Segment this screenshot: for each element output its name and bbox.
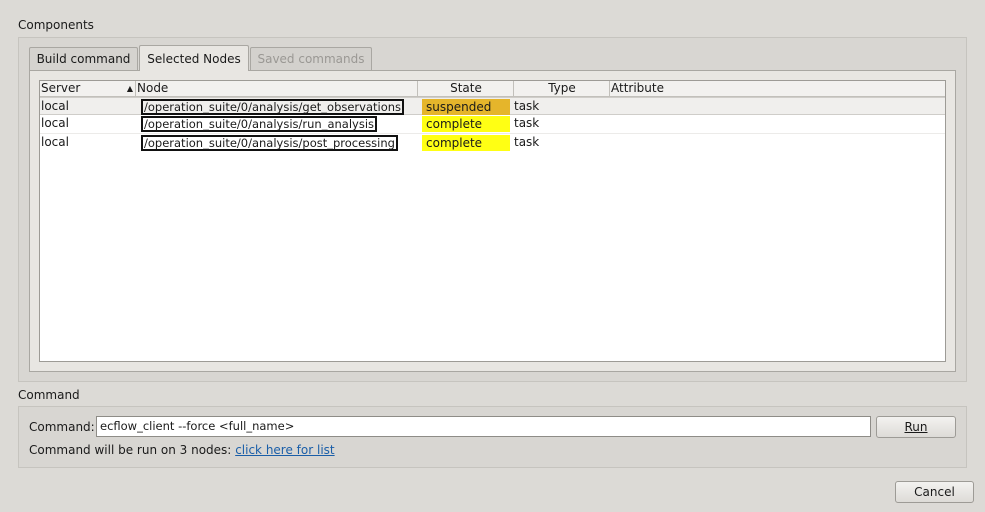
server-cell: local [41,135,69,149]
command-input[interactable]: ecflow_client --force <full_name> [96,416,871,437]
state-badge: complete [422,116,510,132]
cancel-button[interactable]: Cancel [895,481,974,503]
table-row[interactable]: local /operation_suite/0/analysis/get_ob… [40,97,945,115]
server-cell: local [41,99,69,113]
tab-selected-nodes[interactable]: Selected Nodes [139,45,249,71]
node-path-cell: /operation_suite/0/analysis/get_observat… [141,99,405,115]
type-cell: task [514,116,540,130]
node-path-cell: /operation_suite/0/analysis/run_analysis [141,116,378,132]
column-header-server[interactable]: Server ▲ [40,81,136,97]
column-header-state[interactable]: State [418,81,514,97]
column-header-type[interactable]: Type [514,81,610,97]
node-list-link[interactable]: click here for list [235,443,334,457]
nodes-table[interactable]: Server ▲ Node State Type Attribute local… [39,80,946,362]
table-header: Server ▲ Node State Type Attribute [40,81,945,97]
command-info-text: Command will be run on 3 nodes: [29,443,232,457]
tab-saved-commands: Saved commands [250,47,372,71]
sort-ascending-icon: ▲ [126,84,133,93]
command-title: Command [18,388,80,402]
node-path-cell: /operation_suite/0/analysis/post_process… [141,135,398,151]
server-cell: local [41,116,69,130]
column-header-node[interactable]: Node [136,81,418,97]
column-header-attribute[interactable]: Attribute [610,81,945,97]
state-badge: suspended [422,99,510,115]
command-info: Command will be run on 3 nodes: click he… [29,442,335,458]
state-badge: complete [422,135,510,151]
components-title: Components [18,18,94,32]
run-button[interactable]: Run [876,416,956,438]
table-row[interactable]: local /operation_suite/0/analysis/post_p… [40,133,945,151]
tab-build-command[interactable]: Build command [29,47,138,71]
run-button-label: Run [904,420,928,434]
table-row[interactable]: local /operation_suite/0/analysis/run_an… [40,115,945,133]
command-label: Command: [29,420,95,434]
type-cell: task [514,99,540,113]
type-cell: task [514,135,540,149]
